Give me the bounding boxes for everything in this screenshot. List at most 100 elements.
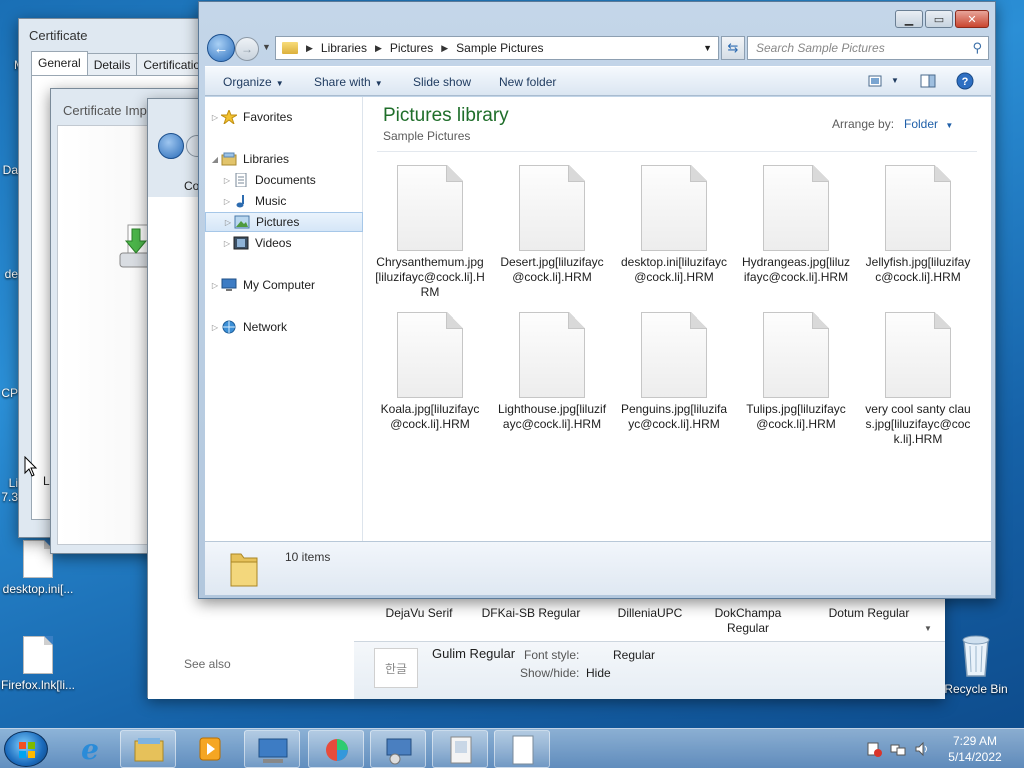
scroll-down-arrow[interactable]: ▼ (924, 624, 932, 633)
desktop-icon-cp[interactable]: CP (0, 386, 18, 400)
slide-show-button[interactable]: Slide show (413, 75, 471, 89)
expand-icon[interactable]: ▷ (209, 281, 221, 290)
view-options-dropdown[interactable]: ▼ (891, 76, 899, 85)
close-button[interactable]: ✕ (955, 10, 989, 28)
desktop-icon-de[interactable]: de (0, 267, 18, 281)
address-bar[interactable]: ▶ Libraries ▶ Pictures ▶ Sample Pictures… (275, 36, 719, 60)
chevron-right-icon[interactable]: ▶ (441, 43, 448, 54)
minimize-button[interactable]: ▁ (895, 10, 923, 28)
nav-network[interactable]: ▷ Network (205, 317, 363, 337)
font-item[interactable]: DilleniaUPC (600, 606, 700, 620)
volume-icon[interactable] (914, 741, 930, 757)
nav-label: Documents (255, 173, 316, 187)
expand-icon[interactable]: ▷ (221, 197, 233, 206)
start-button[interactable] (4, 731, 48, 767)
command-bar: Organize ▼ Share with ▼ Slide show New fol… (205, 66, 991, 96)
desktop-icon-recycle-bin[interactable]: Recycle Bin (938, 632, 1014, 696)
network-tray-icon[interactable] (890, 741, 906, 757)
network-icon (222, 320, 236, 334)
library-title: Pictures library (383, 105, 509, 126)
folder-icon (230, 553, 258, 587)
nav-videos[interactable]: ▷ Videos (205, 233, 363, 253)
share-with-button[interactable]: Share with ▼ (314, 75, 383, 89)
expand-icon[interactable]: ▷ (222, 218, 234, 227)
nav-music[interactable]: ▷ Music (205, 191, 363, 211)
taskbar-app-1[interactable] (244, 730, 300, 768)
taskbar-app-4[interactable] (432, 730, 488, 768)
show-hide-value: Hide (586, 666, 611, 680)
chevron-right-icon[interactable]: ▶ (306, 43, 313, 54)
file-item[interactable]: desktop.ini[liluzifayc@cock.li].HRM (619, 165, 729, 285)
font-item[interactable]: Dotum Regular (814, 606, 924, 620)
search-placeholder: Search Sample Pictures (756, 41, 885, 55)
expand-icon[interactable]: ▷ (209, 113, 221, 122)
back-button[interactable] (158, 133, 184, 159)
breadcrumb-sample-pictures[interactable]: Sample Pictures (456, 41, 543, 55)
expand-icon[interactable]: ▷ (221, 176, 233, 185)
forward-button[interactable]: → (235, 37, 259, 61)
chevron-right-icon[interactable]: ▶ (375, 43, 382, 54)
collapse-icon[interactable]: ◢ (209, 155, 221, 164)
recent-pages-dropdown[interactable]: ▼ (262, 42, 271, 52)
font-item[interactable]: DokChampa Regular (706, 606, 790, 636)
file-name: desktop.ini[liluzifayc@cock.li].HRM (620, 255, 728, 284)
desktop-icon-firefox[interactable]: Firefox.lnk[li... (0, 636, 76, 692)
font-item[interactable]: DejaVu Serif (374, 606, 464, 620)
file-item[interactable]: Chrysanthemum.jpg[liluzifayc@cock.li].HR… (375, 165, 485, 300)
font-item[interactable]: DFKai-SB Regular (476, 606, 586, 620)
font-name: Gulim Regular (432, 646, 516, 661)
file-item[interactable]: Penguins.jpg[liluzifayc@cock.li].HRM (619, 312, 729, 432)
taskbar-internet-explorer[interactable]: e (62, 730, 118, 768)
help-icon[interactable]: ? (956, 72, 974, 90)
new-folder-button[interactable]: New folder (499, 75, 556, 89)
organize-button[interactable]: Organize ▼ (223, 75, 284, 89)
file-name: Hydrangeas.jpg[liluzifayc@cock.li].HRM (741, 255, 851, 284)
file-name: Chrysanthemum.jpg[liluzifayc@cock.li].HR… (375, 255, 485, 299)
nav-documents[interactable]: ▷ Documents (205, 170, 363, 190)
back-button[interactable]: ← (207, 34, 235, 62)
nav-pictures[interactable]: ▷ Pictures (205, 212, 363, 232)
change-view-icon[interactable] (867, 73, 885, 89)
file-icon (397, 312, 463, 398)
nav-my-computer[interactable]: ▷ My Computer (205, 275, 363, 295)
caption-buttons: ▁ ▭ ✕ (893, 10, 989, 28)
expand-icon[interactable]: ▷ (221, 239, 233, 248)
file-item[interactable]: Koala.jpg[liluzifayc@cock.li].HRM (375, 312, 485, 432)
desktop-icon-da[interactable]: Da (0, 163, 18, 177)
preview-pane-icon[interactable] (919, 73, 937, 89)
clock[interactable]: 7:29 AM 5/14/2022 (930, 733, 1020, 765)
taskbar-media-player[interactable] (182, 730, 238, 768)
expand-icon[interactable]: ▷ (209, 323, 221, 332)
breadcrumb-pictures[interactable]: Pictures (390, 41, 433, 55)
search-input[interactable]: Search Sample Pictures ⚲ (747, 36, 989, 60)
nav-label: Pictures (256, 215, 300, 229)
breadcrumb-libraries[interactable]: Libraries (321, 41, 367, 55)
action-center-icon[interactable] (866, 741, 882, 757)
videos-icon (233, 236, 249, 250)
search-icon[interactable]: ⚲ (972, 40, 982, 56)
file-item[interactable]: Desert.jpg[liluzifayc@cock.li].HRM (497, 165, 607, 285)
see-also-label: See also (184, 657, 231, 671)
libraries-icon (221, 152, 237, 166)
file-item[interactable]: very cool santy claus.jpg[liluzifayc@coc… (863, 312, 973, 447)
desktop-icon-li[interactable]: Li 7.3 (0, 476, 18, 504)
arrange-by-dropdown[interactable]: Folder ▼ (904, 117, 953, 131)
file-item[interactable]: Hydrangeas.jpg[liluzifayc@cock.li].HRM (741, 165, 851, 285)
taskbar-app-2[interactable] (308, 730, 364, 768)
file-item[interactable]: Tulips.jpg[liluzifayc@cock.li].HRM (741, 312, 851, 432)
nav-favorites[interactable]: ▷ Favorites (205, 107, 363, 127)
taskbar-app-5[interactable] (494, 730, 550, 768)
tab-general[interactable]: General (31, 51, 88, 76)
taskbar-windows-explorer[interactable] (120, 730, 176, 768)
address-dropdown-icon[interactable]: ▼ (703, 43, 712, 53)
taskbar-app-3[interactable] (370, 730, 426, 768)
explorer-window: ▁ ▭ ✕ ← → ▼ ▶ Libraries ▶ Pictures ▶ Sam… (198, 1, 996, 599)
file-icon (885, 165, 951, 251)
file-item[interactable]: Lighthouse.jpg[liluzifayc@cock.li].HRM (497, 312, 607, 432)
refresh-button[interactable]: ⇆ (721, 36, 745, 60)
arrow-right-icon: → (241, 42, 253, 56)
maximize-button[interactable]: ▭ (925, 10, 953, 28)
file-item[interactable]: Jellyfish.jpg[liluzifayc@cock.li].HRM (863, 165, 973, 285)
desktop-icon-label: CP (1, 386, 18, 400)
nav-libraries[interactable]: ◢ Libraries (205, 149, 363, 169)
